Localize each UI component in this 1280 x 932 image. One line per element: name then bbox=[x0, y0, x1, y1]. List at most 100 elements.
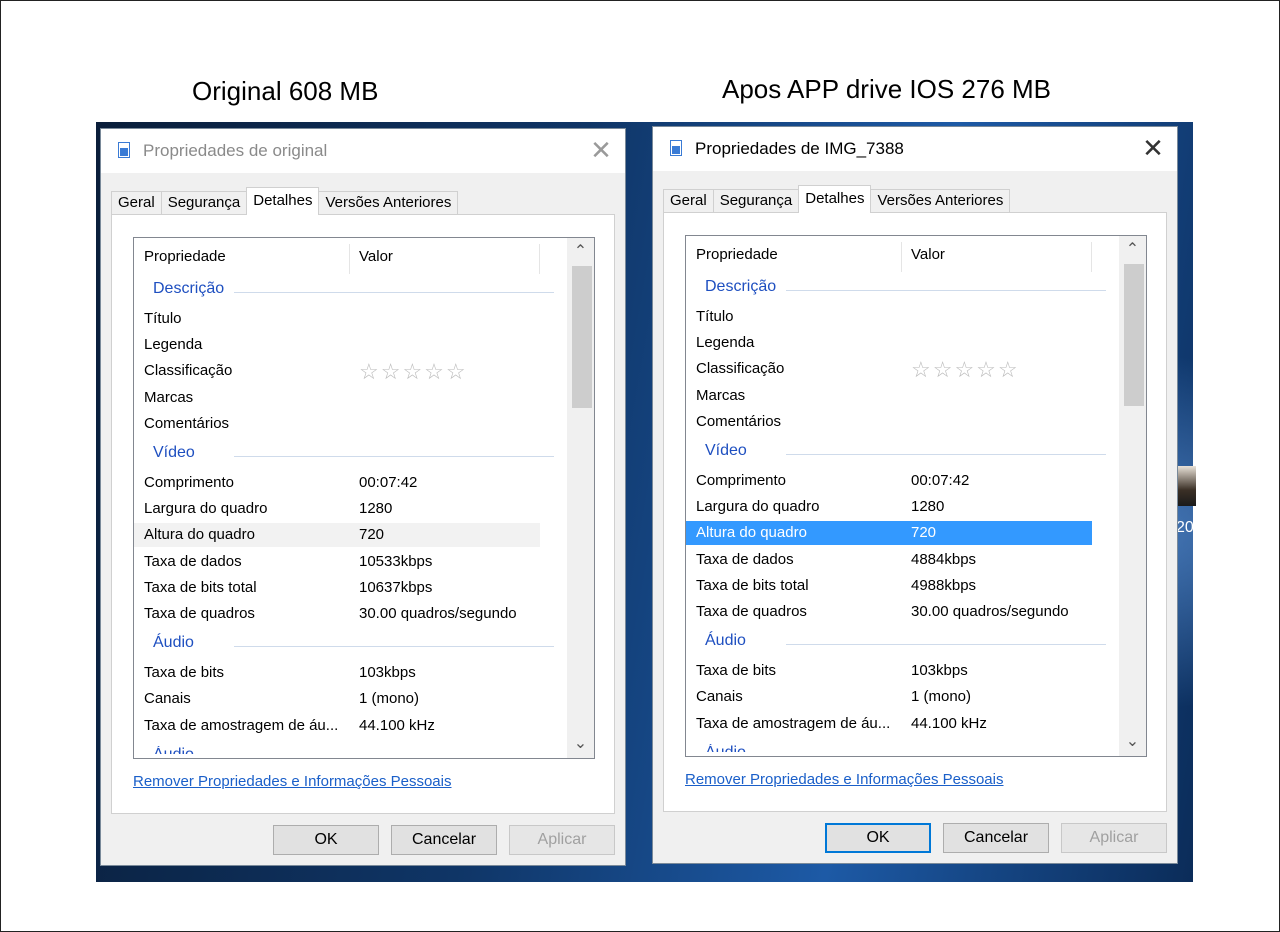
desktop-thumbnail[interactable] bbox=[1176, 466, 1196, 506]
property-row[interactable]: Taxa de quadros 30.00 quadros/segundo bbox=[134, 602, 566, 626]
tab-strip: Geral Segurança Detalhes Versões Anteriores bbox=[111, 187, 459, 215]
vertical-scrollbar[interactable]: ⌃ ⌄ bbox=[1119, 236, 1146, 756]
group-heading: Áudio bbox=[134, 632, 566, 656]
property-row[interactable]: Largura do quadro 1280 bbox=[134, 497, 566, 521]
column-header-property[interactable]: Propriedade bbox=[144, 248, 226, 265]
file-icon bbox=[118, 142, 130, 158]
tab-vers-es-anteriores[interactable]: Versões Anteriores bbox=[318, 191, 459, 215]
column-header-value[interactable]: Valor bbox=[911, 246, 945, 263]
property-name: Largura do quadro bbox=[696, 498, 820, 516]
apply-button[interactable]: Aplicar bbox=[1061, 823, 1167, 853]
ok-button[interactable]: OK bbox=[273, 825, 379, 855]
column-header-value[interactable]: Valor bbox=[359, 248, 393, 265]
property-row[interactable]: Comentários bbox=[686, 410, 1118, 434]
column-divider[interactable] bbox=[539, 244, 540, 274]
scroll-down-icon[interactable]: ⌄ bbox=[1119, 730, 1146, 754]
property-value: 103kbps bbox=[359, 664, 416, 682]
property-row[interactable]: Classificação ☆☆☆☆☆ bbox=[686, 357, 1118, 383]
rating-stars[interactable]: ☆☆☆☆☆ bbox=[911, 357, 1020, 383]
property-row[interactable]: Taxa de dados 10533kbps bbox=[134, 550, 566, 574]
property-row[interactable]: Altura do quadro 720 bbox=[686, 521, 1092, 546]
close-icon[interactable]: ✕ bbox=[587, 137, 615, 165]
property-row[interactable]: Legenda bbox=[134, 333, 566, 357]
rating-stars[interactable]: ☆☆☆☆☆ bbox=[359, 359, 468, 385]
property-row[interactable]: Título bbox=[134, 307, 566, 331]
property-row[interactable]: Classificação ☆☆☆☆☆ bbox=[134, 359, 566, 385]
property-name: Taxa de bits total bbox=[696, 576, 809, 594]
property-row[interactable]: Título bbox=[686, 305, 1118, 329]
property-row[interactable]: Taxa de bits 103kbps bbox=[134, 661, 566, 685]
tab-detalhes[interactable]: Detalhes bbox=[246, 187, 320, 215]
property-name: Legenda bbox=[144, 336, 203, 354]
property-row[interactable]: Taxa de amostragem de áu... 44.100 kHz bbox=[134, 714, 566, 738]
property-name: Taxa de dados bbox=[144, 552, 242, 570]
list-header: Propriedade Valor bbox=[134, 238, 566, 274]
caption-original: Original 608 MB bbox=[192, 76, 379, 106]
property-row[interactable]: Marcas bbox=[134, 386, 566, 410]
property-name: Taxa de bits total bbox=[144, 578, 257, 596]
column-divider[interactable] bbox=[349, 244, 350, 274]
property-row[interactable]: Taxa de quadros 30.00 quadros/segundo bbox=[686, 600, 1118, 624]
property-value: 4988kbps bbox=[911, 576, 977, 594]
list-header: Propriedade Valor bbox=[686, 236, 1118, 272]
property-value: 10637kbps bbox=[359, 578, 433, 596]
property-row[interactable]: Altura do quadro 720 bbox=[134, 523, 540, 548]
desktop-thumbnail-label: 20 bbox=[1176, 519, 1194, 536]
tab-seguran-a[interactable]: Segurança bbox=[160, 191, 248, 215]
property-name: Taxa de bits bbox=[696, 662, 777, 680]
scroll-up-icon[interactable]: ⌃ bbox=[1119, 238, 1146, 262]
property-row[interactable]: Taxa de dados 4884kbps bbox=[686, 548, 1118, 572]
property-row[interactable]: Canais 1 (mono) bbox=[686, 685, 1118, 709]
property-row[interactable]: Comentários bbox=[134, 412, 566, 436]
property-row[interactable]: Marcas bbox=[686, 384, 1118, 408]
property-name: Comprimento bbox=[696, 472, 787, 489]
tab-geral[interactable]: Geral bbox=[111, 191, 162, 215]
tab-vers-es-anteriores[interactable]: Versões Anteriores bbox=[870, 189, 1011, 213]
apply-button[interactable]: Aplicar bbox=[509, 825, 615, 855]
scroll-up-icon[interactable]: ⌃ bbox=[567, 240, 594, 264]
scrollbar-thumb[interactable] bbox=[1124, 264, 1144, 406]
title-bar[interactable]: Propriedades de original ✕ bbox=[101, 129, 625, 173]
property-row[interactable]: Comprimento 00:07:42 bbox=[686, 469, 1118, 493]
property-row[interactable]: Taxa de amostragem de áu... 44.100 kHz bbox=[686, 712, 1118, 736]
property-row[interactable]: Taxa de bits total 10637kbps bbox=[134, 576, 566, 600]
ok-button[interactable]: OK bbox=[825, 823, 931, 853]
scroll-down-icon[interactable]: ⌄ bbox=[567, 732, 594, 756]
group-heading-label: Descrição bbox=[705, 278, 783, 296]
details-panel: Propriedade Valor Descrição Título Legenda… bbox=[663, 212, 1167, 812]
property-row[interactable]: Canais 1 (mono) bbox=[134, 687, 566, 711]
property-row[interactable]: Legenda bbox=[686, 331, 1118, 355]
column-divider[interactable] bbox=[901, 242, 902, 272]
group-heading-label: Vídeo bbox=[153, 444, 201, 462]
property-value: 30.00 quadros/segundo bbox=[911, 603, 1069, 620]
tab-detalhes[interactable]: Detalhes bbox=[798, 185, 872, 213]
property-name: Largura do quadro bbox=[144, 500, 268, 518]
property-value: 00:07:42 bbox=[911, 472, 970, 489]
group-divider bbox=[234, 646, 554, 648]
property-name: Título bbox=[696, 308, 734, 325]
column-header-property[interactable]: Propriedade bbox=[696, 246, 778, 263]
title-bar[interactable]: Propriedades de IMG_7388 ✕ bbox=[653, 127, 1177, 171]
remove-properties-link[interactable]: Remover Propriedades e Informações Pesso… bbox=[685, 771, 1004, 788]
details-panel: Propriedade Valor Descrição Título Legenda… bbox=[111, 214, 615, 814]
column-divider[interactable] bbox=[1091, 242, 1092, 272]
tab-strip: Geral Segurança Detalhes Versões Anteriores bbox=[663, 185, 1011, 213]
tab-seguran-a[interactable]: Segurança bbox=[712, 189, 800, 213]
property-name: Classificação bbox=[144, 362, 233, 380]
property-name: Canais bbox=[696, 688, 743, 706]
group-divider bbox=[786, 454, 1106, 455]
close-icon[interactable]: ✕ bbox=[1139, 135, 1167, 163]
property-row[interactable]: Largura do quadro 1280 bbox=[686, 495, 1118, 519]
property-row[interactable]: Comprimento 00:07:42 bbox=[134, 471, 566, 495]
scrollbar-thumb[interactable] bbox=[572, 266, 592, 408]
remove-properties-link[interactable]: Remover Propriedades e Informações Pesso… bbox=[133, 773, 452, 790]
property-list: Propriedade Valor Descrição Título Legenda… bbox=[685, 235, 1147, 757]
property-name: Legenda bbox=[696, 334, 755, 352]
property-row[interactable]: Taxa de bits 103kbps bbox=[686, 659, 1118, 683]
cancel-button[interactable]: Cancelar bbox=[943, 823, 1049, 853]
property-value: 1280 bbox=[359, 500, 393, 518]
cancel-button[interactable]: Cancelar bbox=[391, 825, 497, 855]
property-row[interactable]: Taxa de bits total 4988kbps bbox=[686, 574, 1118, 598]
tab-geral[interactable]: Geral bbox=[663, 189, 714, 213]
vertical-scrollbar[interactable]: ⌃ ⌄ bbox=[567, 238, 594, 758]
